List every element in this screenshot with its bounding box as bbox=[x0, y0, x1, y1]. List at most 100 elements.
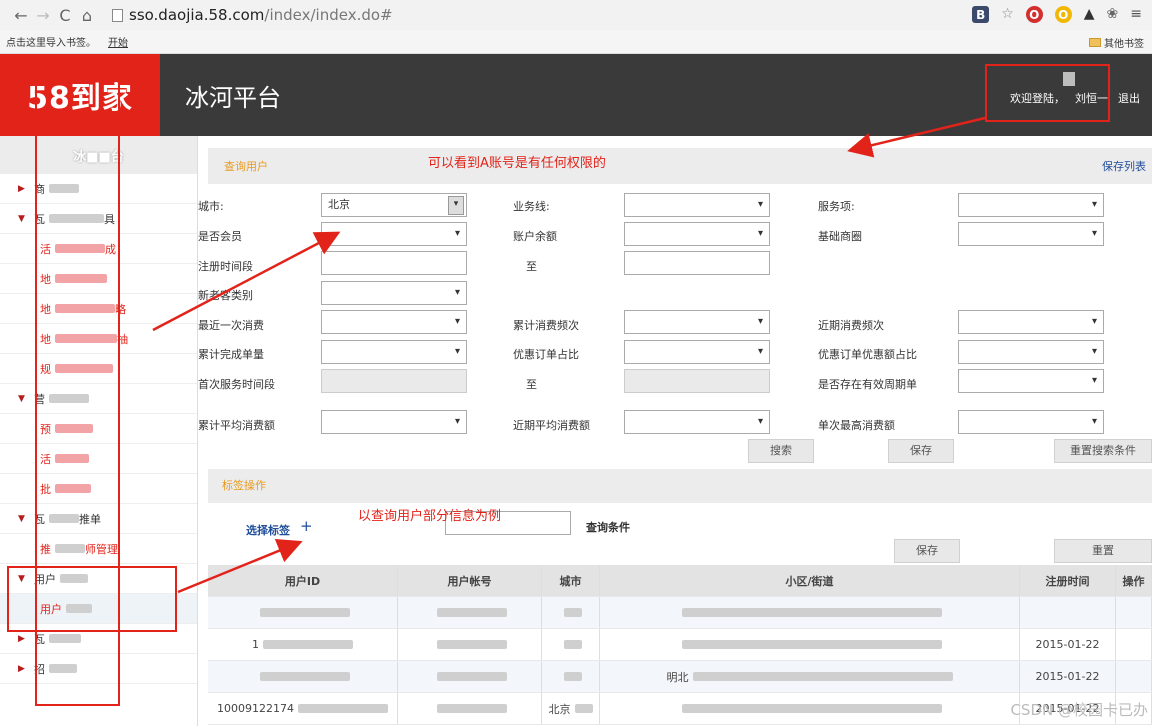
table-cell bbox=[1116, 629, 1152, 660]
redacted-text bbox=[563, 608, 582, 617]
last-consume-label: 最近一次消费 bbox=[198, 319, 264, 332]
single-max-select[interactable] bbox=[958, 410, 1104, 434]
download-icon[interactable]: ▲ bbox=[1084, 6, 1095, 23]
balance-select[interactable] bbox=[624, 222, 770, 246]
redacted-text bbox=[436, 608, 507, 617]
query-section-title: 查询用户 bbox=[224, 160, 268, 173]
reload-icon[interactable]: C bbox=[54, 6, 76, 25]
table-cell bbox=[542, 629, 600, 660]
save-list-link[interactable]: 保存列表 bbox=[1102, 158, 1146, 174]
select-tag-link[interactable]: 选择标签 bbox=[246, 522, 290, 538]
last-consume-select[interactable] bbox=[321, 310, 467, 334]
save-button[interactable]: 保存 bbox=[888, 439, 954, 463]
star-icon[interactable]: ☆ bbox=[1001, 6, 1014, 23]
back-icon[interactable]: ← bbox=[10, 6, 32, 25]
add-tag-icon[interactable]: + bbox=[300, 517, 313, 535]
table-cell bbox=[600, 597, 1020, 628]
table-cell bbox=[600, 693, 1020, 724]
start-link[interactable]: 开始 bbox=[108, 34, 128, 49]
total-orders-label: 累计完成单量 bbox=[198, 348, 264, 361]
extensions: B ☆ O O ▲ ❀ ≡ bbox=[972, 6, 1142, 23]
tag-section-header: 标签操作 bbox=[208, 469, 1152, 503]
table-cell bbox=[542, 597, 600, 628]
extension-icon[interactable]: ❀ bbox=[1107, 6, 1119, 23]
logout-link[interactable]: 退出 bbox=[1118, 90, 1140, 106]
table-cell bbox=[542, 661, 600, 692]
total-freq-select[interactable] bbox=[624, 310, 770, 334]
col-account[interactable]: 用户帐号 bbox=[398, 565, 542, 596]
business-label: 业务线: bbox=[513, 200, 550, 213]
other-bookmarks[interactable]: 其他书签 bbox=[1089, 35, 1144, 50]
first-service-start-input[interactable] bbox=[321, 369, 467, 393]
col-user-id[interactable]: 用户ID bbox=[208, 565, 398, 596]
redacted-text bbox=[263, 640, 353, 649]
table-row[interactable] bbox=[208, 597, 1152, 629]
b-extension-icon[interactable]: B bbox=[972, 6, 990, 23]
city-select[interactable]: 北京 bbox=[321, 193, 467, 217]
redacted-text bbox=[436, 640, 507, 649]
page-icon bbox=[112, 8, 123, 22]
coupon-amount-label: 优惠订单优惠额占比 bbox=[818, 348, 917, 361]
redacted-text bbox=[692, 672, 953, 681]
table-cell bbox=[1020, 597, 1116, 628]
table-row[interactable]: 1 2015-01-22 bbox=[208, 629, 1152, 661]
folder-icon bbox=[1089, 38, 1101, 47]
coupon-amount-select[interactable] bbox=[958, 340, 1104, 364]
col-reg-time[interactable]: 注册时间 bbox=[1020, 565, 1116, 596]
circle-extension-icon[interactable]: O bbox=[1054, 6, 1072, 23]
recent-avg-label: 近期平均消费额 bbox=[513, 419, 590, 432]
platform-title: 冰河平台 bbox=[185, 84, 281, 112]
table-row[interactable]: 明北 2015-01-22 bbox=[208, 661, 1152, 693]
import-bookmarks-link[interactable]: 点击这里导入书签。 bbox=[6, 34, 96, 49]
base-area-select[interactable] bbox=[958, 222, 1104, 246]
query-conditions-label: 查询条件 bbox=[586, 521, 630, 534]
redacted-text bbox=[681, 704, 942, 713]
balance-label: 账户余额 bbox=[513, 230, 557, 243]
to-label: 至 bbox=[526, 260, 537, 273]
col-city[interactable]: 城市 bbox=[542, 565, 600, 596]
forward-icon[interactable]: → bbox=[32, 6, 54, 25]
redacted-text bbox=[436, 672, 507, 681]
menu-icon[interactable]: ≡ bbox=[1130, 6, 1142, 23]
newold-select[interactable] bbox=[321, 281, 467, 305]
app-header: 58到家 冰河平台 欢迎登陆， 刘恒一 退出 bbox=[0, 54, 1152, 136]
recent-avg-select[interactable] bbox=[624, 410, 770, 434]
table-cell bbox=[1116, 661, 1152, 692]
col-street[interactable]: 小区/街道 bbox=[600, 565, 1020, 596]
periodic-label: 是否存在有效周期单 bbox=[818, 378, 917, 391]
tag-reset-button[interactable]: 重置 bbox=[1054, 539, 1152, 563]
business-select[interactable] bbox=[624, 193, 770, 217]
caret-icon: ▶ bbox=[18, 663, 25, 674]
member-select[interactable] bbox=[321, 222, 467, 246]
table-cell: 1 bbox=[208, 629, 398, 660]
col-action[interactable]: 操作 bbox=[1116, 565, 1152, 596]
periodic-select[interactable] bbox=[958, 369, 1104, 393]
cell-text: 1 bbox=[252, 638, 259, 651]
user-menu-highlight-box bbox=[7, 566, 177, 632]
first-service-label: 首次服务时间段 bbox=[198, 378, 275, 391]
service-select[interactable] bbox=[958, 193, 1104, 217]
first-service-end-input[interactable] bbox=[624, 369, 770, 393]
search-button[interactable]: 搜索 bbox=[748, 439, 814, 463]
address-bar[interactable]: sso.daojia.58.com/index/index.do# bbox=[112, 6, 393, 24]
opera-icon[interactable]: O bbox=[1025, 6, 1043, 23]
base-area-label: 基础商圈 bbox=[818, 230, 862, 243]
reset-search-button[interactable]: 重置搜索条件 bbox=[1054, 439, 1152, 463]
reg-start-input[interactable] bbox=[321, 251, 467, 275]
avg-consume-select[interactable] bbox=[321, 410, 467, 434]
recent-freq-select[interactable] bbox=[958, 310, 1104, 334]
tag-save-button[interactable]: 保存 bbox=[894, 539, 960, 563]
single-max-label: 单次最高消费额 bbox=[818, 419, 895, 432]
redacted-text bbox=[681, 640, 942, 649]
url-path: /index/index.do# bbox=[264, 6, 393, 24]
query-section-header: 查询用户 保存列表 bbox=[208, 148, 1152, 184]
url-host: sso.daojia.58.com bbox=[129, 6, 265, 24]
total-orders-select[interactable] bbox=[321, 340, 467, 364]
table-cell bbox=[398, 693, 542, 724]
table-cell bbox=[208, 661, 398, 692]
table-cell bbox=[600, 629, 1020, 660]
table-cell: 2015-01-22 bbox=[1020, 629, 1116, 660]
home-icon[interactable]: ⌂ bbox=[76, 6, 98, 25]
reg-end-input[interactable] bbox=[624, 251, 770, 275]
coupon-ratio-select[interactable] bbox=[624, 340, 770, 364]
